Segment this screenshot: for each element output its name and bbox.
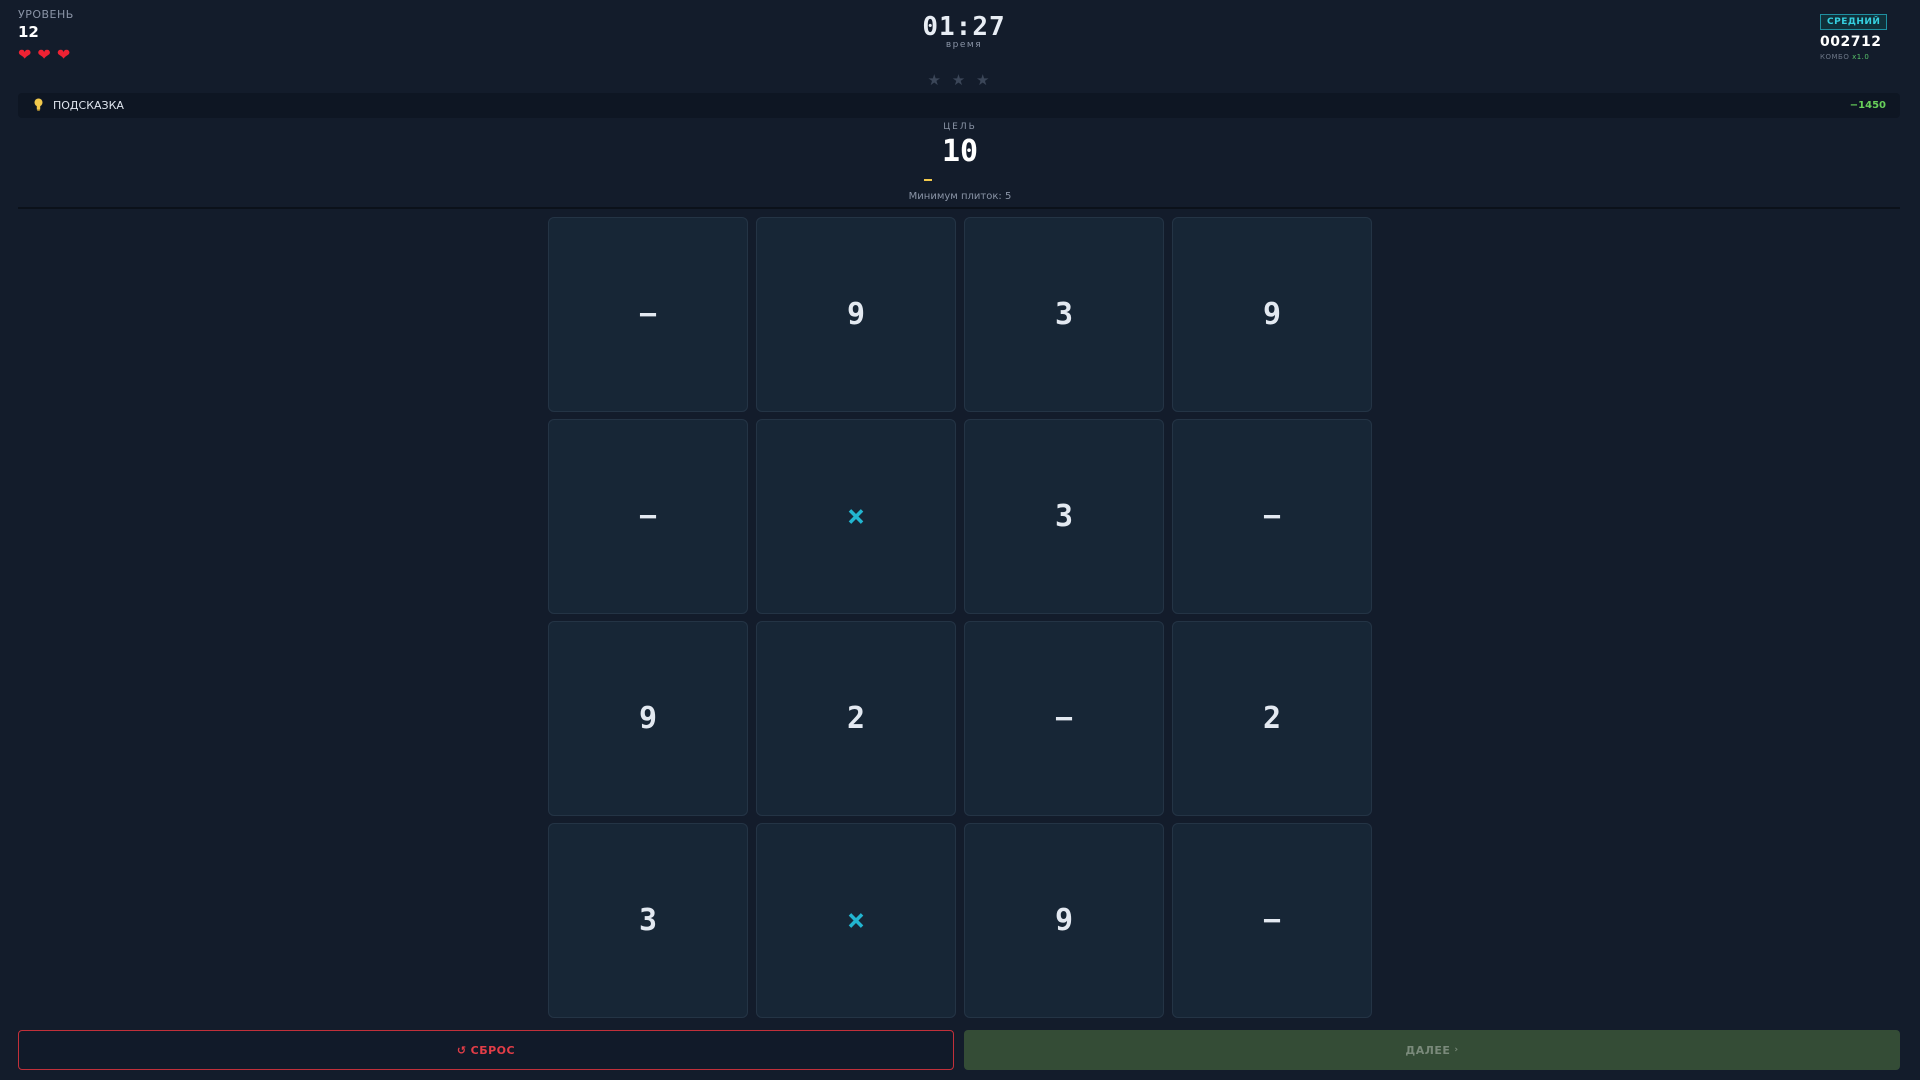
tile[interactable]: − [548,217,748,412]
divider [18,207,1900,209]
hint-button[interactable]: ПОДСКАЗКА −1450 [18,93,1900,118]
tile[interactable]: 2 [1172,621,1372,816]
combo-label: КОМБО [1820,53,1850,61]
combo-value: x1.0 [1852,53,1870,61]
min-tiles-note: Минимум плиток: 5 [908,191,1012,202]
tile[interactable]: 3 [964,419,1164,614]
difficulty-badge: СРЕДНИЙ [1820,14,1888,30]
next-button[interactable]: ДАЛЕЕ › [964,1030,1900,1070]
tile[interactable]: 9 [964,823,1164,1018]
tile[interactable]: − [964,621,1164,816]
tile[interactable]: 3 [964,217,1164,412]
reset-label: СБРОС [470,1043,516,1057]
score-value: 002712 [1820,34,1882,50]
tile[interactable]: − [1172,823,1372,1018]
tile[interactable]: × [756,419,956,614]
combo-indicator: КОМБО x1.0 [1820,53,1900,61]
current-expression-cursor [924,179,932,181]
hint-cost: −1450 [1849,100,1886,111]
tile[interactable]: × [756,823,956,1018]
tile[interactable]: 9 [548,621,748,816]
game-screen: УРОВЕНЬ 12 ❤ ❤ ❤ 01:27 время ★ ★ ★ СРЕДН… [0,0,1920,1080]
lightbulb-icon [34,98,43,114]
goal-value: 10 [941,134,979,169]
timer-value: 01:27 [922,12,1006,42]
tile[interactable]: 2 [756,621,956,816]
tile[interactable]: − [1172,419,1372,614]
timer-label: время [945,40,983,50]
reset-button[interactable]: ↺ СБРОС [18,1030,954,1070]
chevron-right-icon: › [1454,1045,1459,1055]
goal-label: ЦЕЛЬ [943,122,977,132]
reset-icon: ↺ [456,1043,467,1057]
timer: 01:27 время [0,12,1920,50]
star-rating: ★ ★ ★ [927,71,993,89]
goal-panel: ЦЕЛЬ 10 [0,122,1920,169]
hint-label: ПОДСКАЗКА [53,99,124,112]
tile[interactable]: 9 [756,217,956,412]
tile[interactable]: 9 [1172,217,1372,412]
next-label: ДАЛЕЕ [1405,1043,1451,1057]
tile-grid: − 9 3 9 − × 3 − 9 2 − 2 3 × 9 − [548,217,1372,1018]
score-panel: СРЕДНИЙ 002712 КОМБО x1.0 [1820,9,1900,61]
tile[interactable]: − [548,419,748,614]
tile[interactable]: 3 [548,823,748,1018]
